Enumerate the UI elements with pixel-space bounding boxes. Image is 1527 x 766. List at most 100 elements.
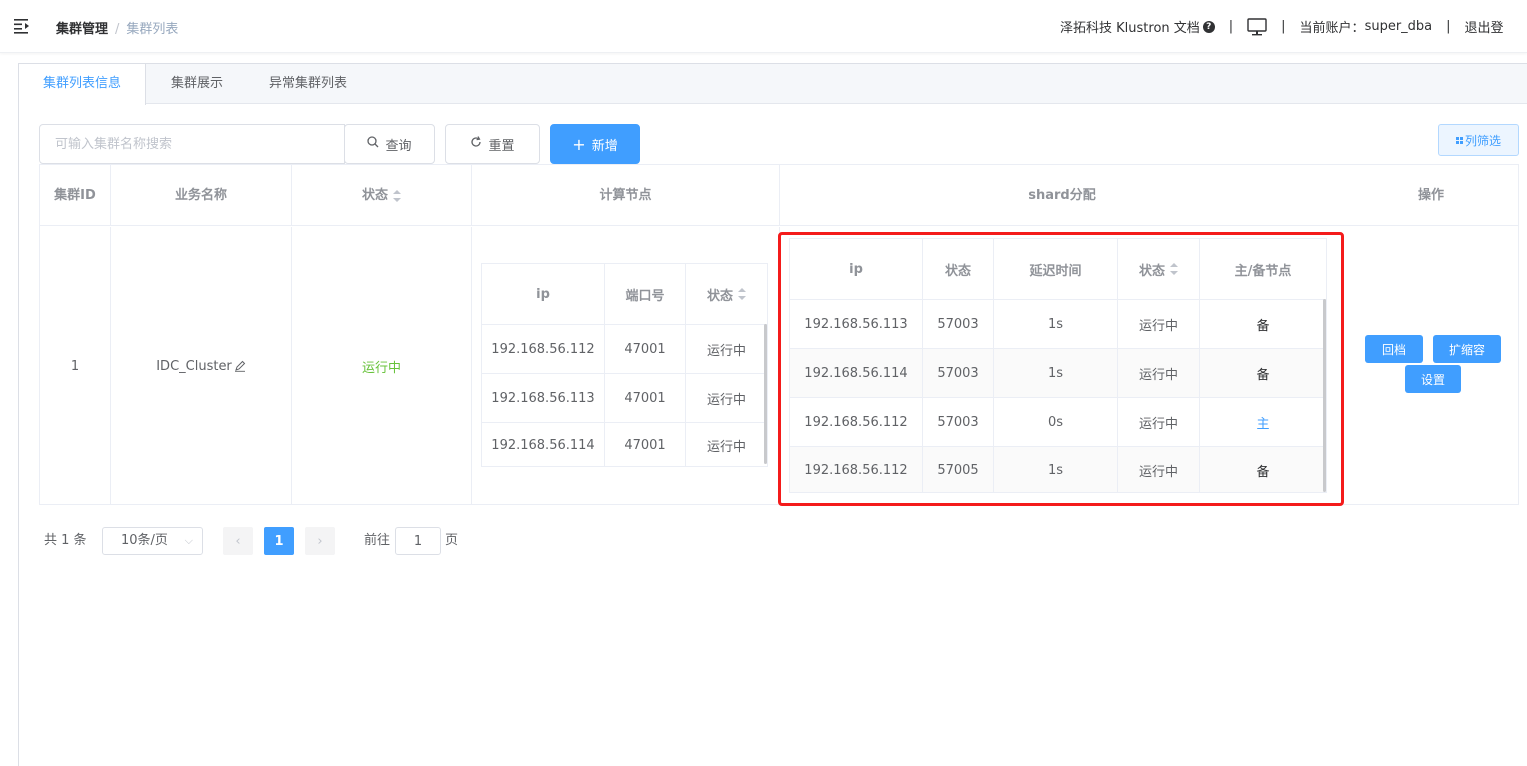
shard-ip: 192.168.56.113 [790,300,923,348]
sort-icon[interactable] [393,189,401,202]
logout-link[interactable]: 退出登 [1465,17,1504,36]
shard-header-state: 状态 [923,239,994,299]
shard-ip: 192.168.56.112 [790,447,923,493]
compute-port: 47001 [605,374,686,422]
header-divider: | [1228,19,1234,34]
compute-node-table: ip 端口号 状态 192.168.56.112 47001 运行中 192.1… [481,263,768,467]
column-filter-button[interactable]: 列筛选 [1438,124,1519,156]
shard-port: 57005 [923,447,994,493]
shard-role: 主 [1256,416,1270,432]
shard-status: 运行中 [1118,398,1200,446]
next-page-button[interactable]: › [305,527,335,555]
scale-button[interactable]: 扩缩容 [1433,335,1501,363]
help-icon[interactable]: ? [1202,20,1215,33]
table-header-row: 集群ID 业务名称 状态 计算节点 shard分配 操作 [40,165,1518,226]
tab-cluster-display[interactable]: 集群展示 [146,64,248,104]
edit-icon[interactable] [234,360,246,372]
cell-business-name: IDC_Cluster [111,227,292,505]
shard-role: 备 [1256,367,1270,383]
cell-cluster-id: 1 [40,227,111,505]
reset-button[interactable]: 重置 [445,124,540,164]
header-cluster-id: 集群ID [40,165,111,226]
table-row: 192.168.56.112 47001 运行中 [482,324,767,373]
compute-ip: 192.168.56.112 [482,325,605,373]
goto-page-input[interactable] [395,527,441,555]
shard-port: 57003 [923,300,994,348]
header-status[interactable]: 状态 [292,165,472,226]
header-right-area: 泽拓科技 Klustron 文档 ? | | 当前账户： super_dba |… [1060,17,1504,36]
shard-header-ip: ip [790,239,923,299]
docs-link[interactable]: 泽拓科技 Klustron 文档 [1060,17,1200,36]
compute-status: 运行中 [706,439,746,455]
compute-scrollbar[interactable] [764,324,767,464]
plus-icon: + [572,134,586,154]
current-account-label: 当前账户： [1299,21,1365,36]
shard-header-role: 主/备节点 [1234,263,1292,279]
add-button[interactable]: + 新增 [550,124,640,164]
shard-role: 备 [1256,464,1270,480]
sort-icon[interactable] [738,288,746,300]
header-compute-nodes: 计算节点 [472,165,780,226]
pagination-total: 共 1 条 [44,533,87,548]
menu-fold-icon[interactable] [14,18,32,34]
page-suffix-label: 页 [445,533,459,548]
tab-abnormal-cluster-list[interactable]: 异常集群列表 [248,64,368,104]
shard-port: 57003 [923,349,994,397]
business-name-text: IDC_Cluster [156,358,232,374]
compute-header-status-label: 状态 [706,288,733,304]
header-business-name: 业务名称 [111,165,292,226]
page-size-value: 10条/页 [121,533,168,548]
compute-ip: 192.168.56.113 [482,374,605,422]
compute-port: 47001 [605,423,686,467]
shard-table: ip 状态 延迟时间 状态 主/备节点 192.168.56.113 57003… [789,238,1327,493]
table-row: 192.168.56.114 47001 运行中 [482,422,767,467]
top-header: 集群管理 / 集群列表 泽拓科技 Klustron 文档 ? | | 当前账户： s… [0,0,1527,53]
shard-status: 运行中 [1118,447,1200,493]
current-account: super_dba [1364,19,1433,34]
compute-ip: 192.168.56.114 [482,423,605,467]
shard-delay: 1s [994,447,1118,493]
shard-delay: 0s [994,398,1118,446]
table-row: 192.168.56.114 57003 1s 运行中 备 [790,348,1326,397]
shard-role: 备 [1256,318,1270,334]
shard-delay: 1s [994,300,1118,348]
query-button[interactable]: 查询 [344,124,435,164]
shard-ip: 192.168.56.112 [790,398,923,446]
header-divider: | [1281,19,1286,34]
compute-status: 运行中 [706,392,746,408]
tab-cluster-list-info[interactable]: 集群列表信息 [19,64,146,105]
table-row: 192.168.56.112 57003 0s 运行中 主 [790,397,1326,446]
monitor-icon[interactable] [1247,17,1267,36]
shard-status: 运行中 [1118,300,1200,348]
page-size-select[interactable]: 10条/页 ⌵ [102,527,203,555]
shard-header-status-label: 状态 [1138,263,1165,279]
sort-icon[interactable] [1170,263,1178,275]
breadcrumb: 集群管理 / 集群列表 [56,18,178,37]
query-button-label: 查询 [385,138,412,154]
shard-port: 57003 [923,398,994,446]
header-shard: shard分配 [1028,188,1096,203]
rollback-button[interactable]: 回档 [1365,335,1423,363]
settings-button[interactable]: 设置 [1405,365,1461,393]
cluster-search-input[interactable] [39,124,345,164]
reset-button-label: 重置 [488,138,515,154]
shard-header-delay: 延迟时间 [994,239,1118,299]
shard-header-status[interactable]: 状态 [1118,239,1200,299]
cell-status: 运行中 [292,227,472,505]
table-row: 192.168.56.113 47001 运行中 [482,373,767,422]
chevron-right-icon: › [317,533,323,549]
compute-header-ip: ip [482,264,605,324]
header-status-label: 状态 [361,188,388,203]
shard-status: 运行中 [1118,349,1200,397]
shard-scrollbar[interactable] [1323,299,1326,492]
column-filter-label: 列筛选 [1464,133,1501,148]
prev-page-button[interactable]: ‹ [223,527,253,555]
chevron-down-icon: ⌵ [184,534,193,547]
breadcrumb-cluster-list: 集群列表 [126,22,179,37]
refresh-icon [470,136,482,152]
page-number-current[interactable]: 1 [264,527,294,555]
goto-label: 前往 [364,533,391,548]
table-row: 192.168.56.113 57003 1s 运行中 备 [790,299,1326,348]
breadcrumb-cluster-management[interactable]: 集群管理 [56,22,108,37]
compute-header-status[interactable]: 状态 [686,264,767,324]
